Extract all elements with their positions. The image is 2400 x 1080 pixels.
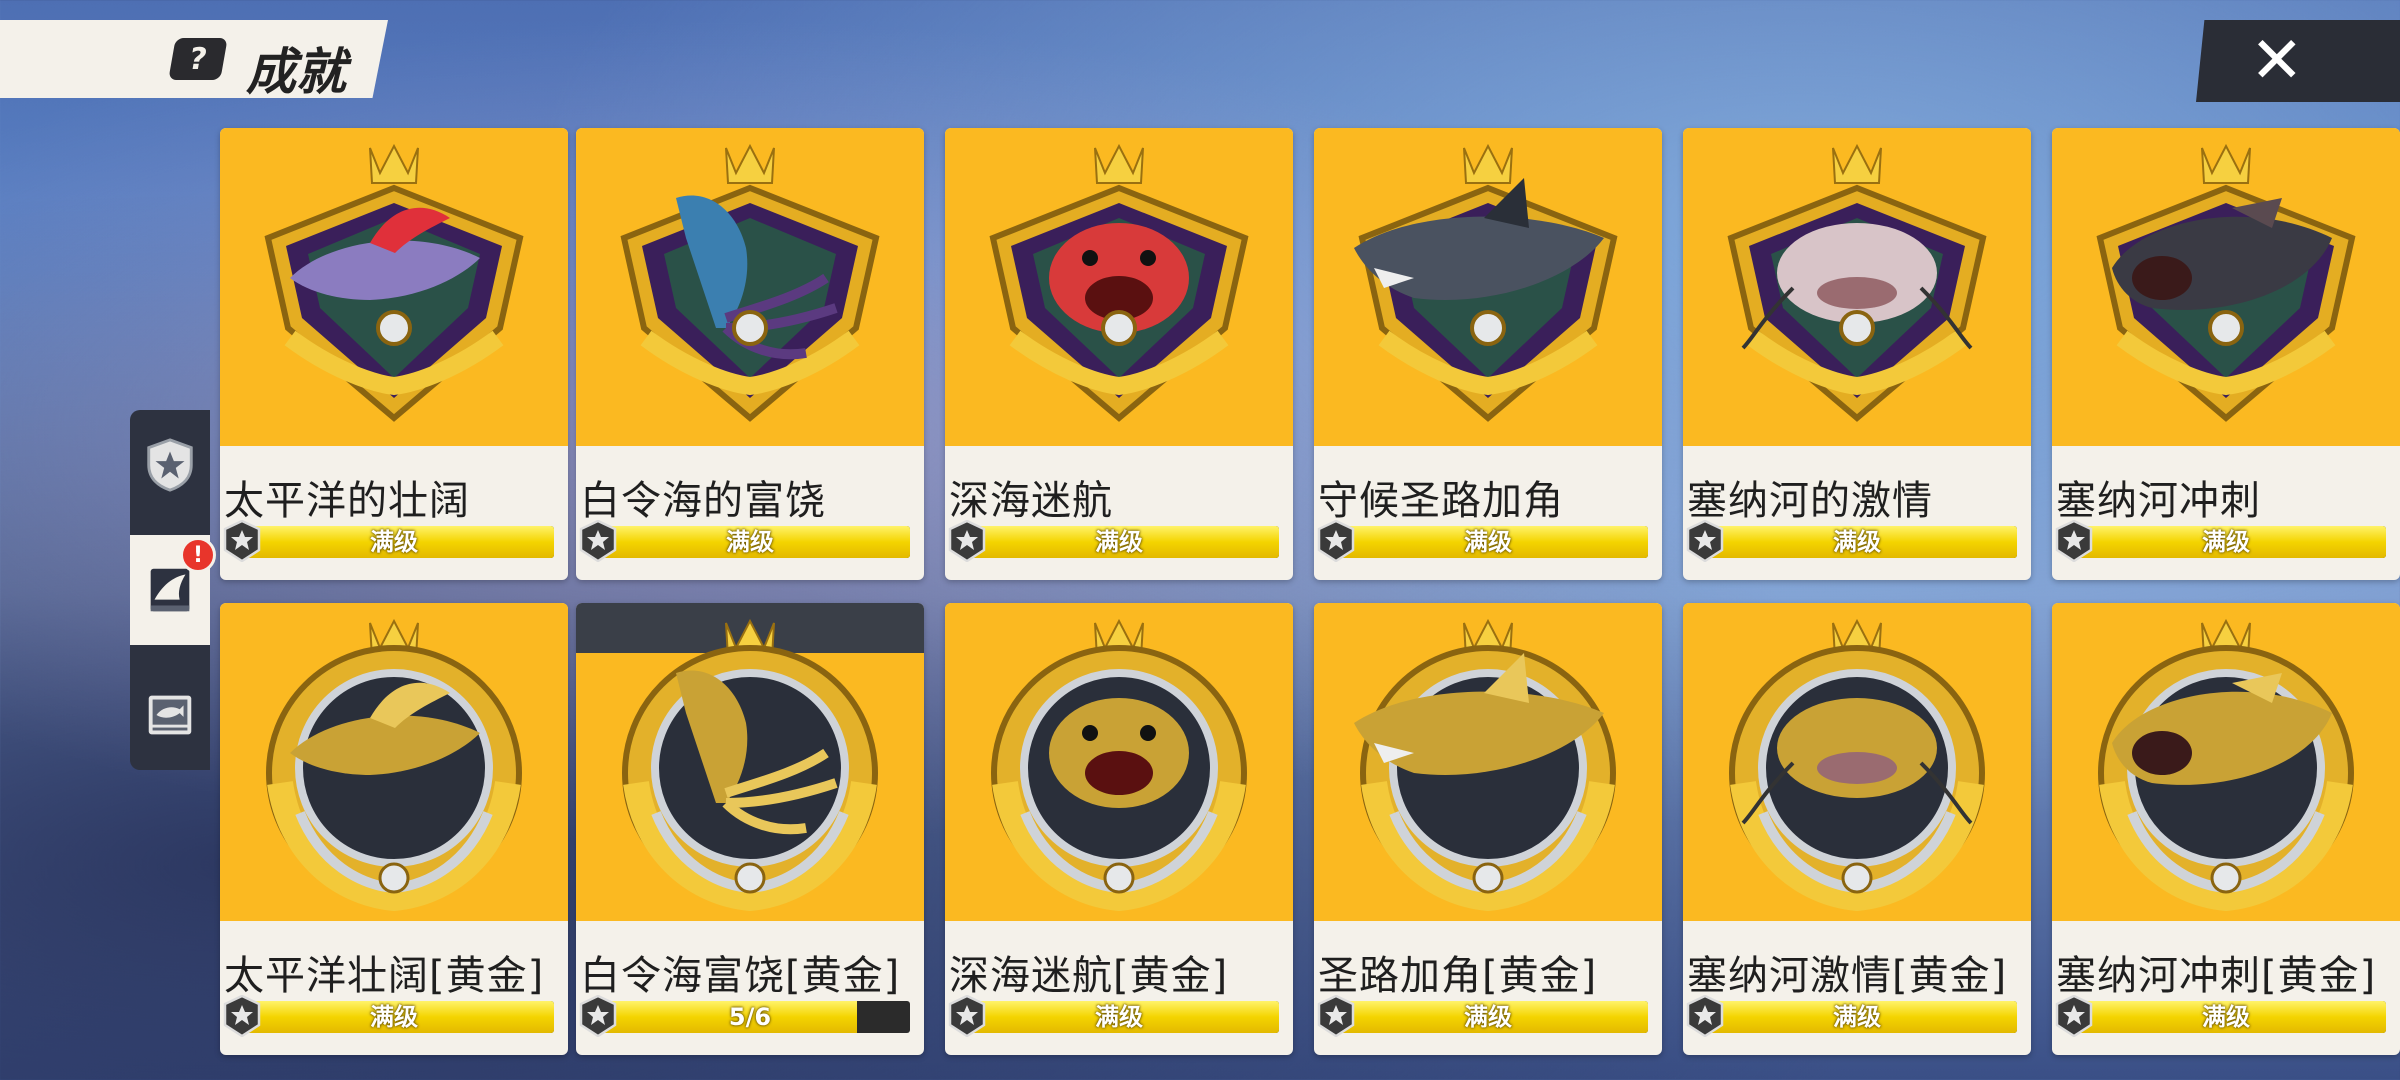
gold-laurel-medal-icon [220,603,568,921]
side-tab-photo-album[interactable] [130,660,210,770]
achievement-card[interactable]: 圣路加角[黄金] 满级 [1314,603,1662,1055]
alert-badge: ! [180,537,216,573]
progress-bar: 满级 [1328,526,1648,558]
star-shield-icon [147,438,193,492]
star-badge-icon [2055,520,2093,562]
side-tab-fish-book[interactable]: ! [130,535,216,645]
progress-bar: 满级 [1697,526,2017,558]
diamond-crest-emblem-icon [576,128,924,446]
fish-photo-album-icon [148,695,192,735]
achievement-name: 塞纳河冲刺[黄金] [2056,953,2377,999]
achievements-title-bar: ? 成就 [0,20,388,98]
achievement-card[interactable]: 塞纳河激情[黄金] 满级 [1683,603,2031,1055]
achievement-name: 塞纳河激情[黄金] [1687,953,2008,999]
achievement-card[interactable]: 守候圣路加角满级 [1314,128,1662,580]
gold-laurel-medal-icon [576,603,924,921]
close-icon: ✕ [2250,24,2304,98]
progress-bar: 满级 [590,526,910,558]
achievement-card[interactable]: 白令海富饶[黄金] 5/6 [576,603,924,1055]
question-mark-glyph: ? [186,41,210,77]
progress-bar: 满级 [2066,526,2386,558]
gold-laurel-medal-icon [1314,603,1662,921]
progress-text: 满级 [1464,1003,1512,1031]
achievement-name: 太平洋的壮阔 [224,478,470,524]
star-badge-icon [1317,995,1355,1037]
page-title: 成就 [246,43,346,101]
achievement-card[interactable]: 太平洋壮阔[黄金] 满级 [220,603,568,1055]
achievement-card[interactable]: 塞纳河冲刺满级 [2052,128,2400,580]
achievement-card[interactable]: 深海迷航[黄金] 满级 [945,603,1293,1055]
progress-text: 满级 [1095,528,1143,556]
progress-bar: 满级 [959,1001,1279,1033]
star-badge-icon [948,995,986,1037]
achievement-name: 深海迷航[黄金] [949,953,1229,999]
achievement-name: 塞纳河的激情 [1687,478,1933,524]
progress-text: 满级 [2202,528,2250,556]
achievement-name: 白令海的富饶 [580,478,826,524]
diamond-crest-emblem-icon [220,128,568,446]
star-badge-icon [1317,520,1355,562]
question-mark-icon[interactable]: ? [168,38,228,80]
star-badge-icon [223,995,261,1037]
achievement-card[interactable]: 太平洋的壮阔满级 [220,128,568,580]
progress-bar: 满级 [2066,1001,2386,1033]
star-badge-icon [948,520,986,562]
achievement-card[interactable]: 深海迷航满级 [945,128,1293,580]
achievement-card[interactable]: 塞纳河冲刺[黄金] 满级 [2052,603,2400,1055]
achievement-name: 圣路加角[黄金] [1318,953,1598,999]
achievement-name: 白令海富饶[黄金] [580,953,901,999]
star-badge-icon [1686,995,1724,1037]
progress-bar: 满级 [234,1001,554,1033]
achievement-name: 太平洋壮阔[黄金] [224,953,545,999]
progress-bar: 满级 [1328,1001,1648,1033]
progress-text: 满级 [370,528,418,556]
star-badge-icon [579,995,617,1037]
star-badge-icon [223,520,261,562]
achievement-name: 塞纳河冲刺 [2056,478,2261,524]
progress-bar: 满级 [234,526,554,558]
progress-text: 满级 [1095,1003,1143,1031]
progress-bar: 5/6 [590,1001,910,1033]
achievement-name: 守候圣路加角 [1318,478,1564,524]
progress-text: 满级 [1833,1003,1881,1031]
side-nav: ! [130,410,216,770]
progress-text: 满级 [726,528,774,556]
gold-laurel-medal-icon [2052,603,2400,921]
progress-text: 满级 [370,1003,418,1031]
diamond-crest-emblem-icon [2052,128,2400,446]
side-tab-badges[interactable] [130,410,210,520]
achievement-card[interactable]: 白令海的富饶满级 [576,128,924,580]
progress-bar: 满级 [959,526,1279,558]
diamond-crest-emblem-icon [1683,128,2031,446]
close-button[interactable]: ✕ [2196,20,2400,102]
diamond-crest-emblem-icon [945,128,1293,446]
progress-text: 满级 [2202,1003,2250,1031]
diamond-crest-emblem-icon [1314,128,1662,446]
star-badge-icon [579,520,617,562]
star-badge-icon [2055,995,2093,1037]
achievement-card[interactable]: 塞纳河的激情满级 [1683,128,2031,580]
gold-laurel-medal-icon [1683,603,2031,921]
progress-text: 满级 [1464,528,1512,556]
star-badge-icon [1686,520,1724,562]
progress-bar: 满级 [1697,1001,2017,1033]
achievement-name: 深海迷航 [949,478,1113,524]
progress-text: 满级 [1833,528,1881,556]
progress-text: 5/6 [728,1003,772,1031]
gold-laurel-medal-icon [945,603,1293,921]
